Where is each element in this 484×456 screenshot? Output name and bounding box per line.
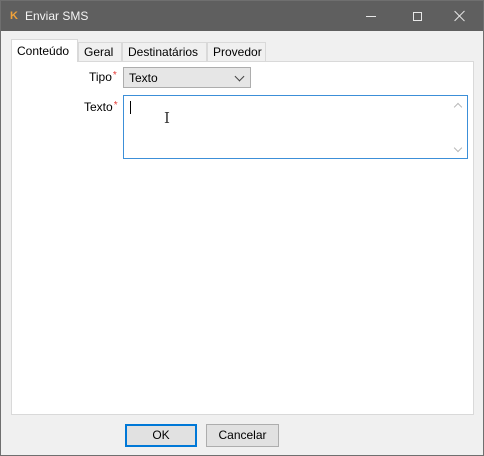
textarea-scrollbar[interactable]	[451, 97, 466, 157]
scroll-down-icon[interactable]	[453, 143, 463, 153]
required-marker: *	[113, 100, 118, 111]
app-logo-icon: K	[10, 10, 18, 22]
tab-provedor[interactable]: Provedor	[207, 42, 266, 61]
text-caret	[130, 101, 131, 114]
tab-destinatarios[interactable]: Destinatários	[122, 42, 207, 61]
scroll-up-icon[interactable]	[453, 102, 463, 112]
tipo-select[interactable]: Texto	[123, 67, 251, 88]
ibeam-cursor-icon: I	[164, 109, 170, 127]
close-icon	[454, 10, 466, 22]
minimize-button[interactable]	[348, 1, 394, 31]
tipo-label: Tipo*	[89, 70, 117, 84]
tipo-select-value: Texto	[129, 71, 158, 85]
cancel-button[interactable]: Cancelar	[206, 424, 279, 447]
ok-button[interactable]: OK	[125, 424, 197, 447]
close-button[interactable]	[437, 1, 483, 31]
window-title: Enviar SMS	[25, 9, 89, 23]
tipo-label-text: Tipo	[89, 70, 112, 84]
texto-label: Texto*	[84, 100, 118, 114]
texto-textarea[interactable]: I	[123, 95, 468, 159]
texto-label-text: Texto	[84, 100, 113, 114]
maximize-icon	[412, 11, 422, 21]
minimize-icon	[366, 15, 376, 17]
tab-conteudo[interactable]: Conteúdo	[11, 39, 78, 62]
dialog-window: K Enviar SMS Conteúdo Geral Destinatário…	[0, 0, 484, 456]
chevron-down-icon	[234, 71, 245, 82]
title-bar[interactable]: K Enviar SMS	[1, 1, 483, 31]
maximize-button[interactable]	[394, 1, 440, 31]
required-marker: *	[112, 70, 117, 81]
tab-geral[interactable]: Geral	[78, 42, 122, 61]
